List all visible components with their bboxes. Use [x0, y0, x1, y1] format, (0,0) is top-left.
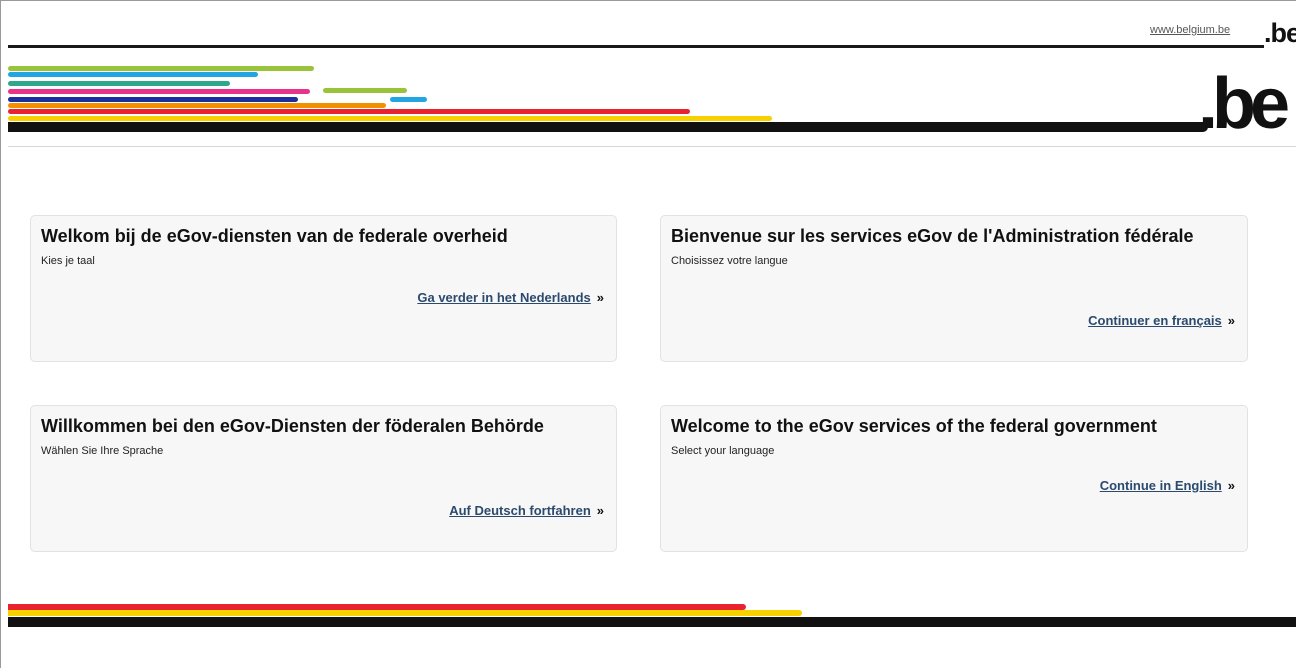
card-continue: Continuer en français » — [1088, 313, 1235, 328]
header-separator — [8, 146, 1296, 147]
chevron-right-icon: » — [1227, 478, 1235, 493]
header-black-line — [8, 122, 1208, 132]
belgium-be-link[interactable]: www.belgium.be — [1150, 24, 1230, 36]
big-be-logo-text: .be — [1198, 64, 1290, 144]
card-french: Bienvenue sur les services eGov de l'Adm… — [660, 215, 1248, 362]
card-subtitle: Select your language — [671, 445, 775, 457]
big-be-logo: .be — [1198, 68, 1290, 140]
small-be-logo[interactable]: .be — [1264, 20, 1296, 47]
stripe-pink — [8, 89, 310, 94]
small-be-logo-text: .be — [1264, 18, 1296, 48]
stripe-lime — [8, 66, 314, 71]
card-dutch: Welkom bij de eGov-diensten van de feder… — [30, 215, 617, 362]
continue-french-link[interactable]: Continuer en français — [1088, 313, 1222, 328]
footer-black-line — [8, 617, 1296, 627]
footer-stripe-yellow — [8, 610, 802, 616]
chevron-right-icon: » — [596, 290, 604, 305]
card-continue: Continue in English » — [1100, 478, 1235, 493]
stripe-teal — [8, 81, 230, 86]
card-title: Welcome to the eGov services of the fede… — [671, 416, 1157, 436]
card-german: Willkommen bei den eGov-Diensten der föd… — [30, 405, 617, 552]
continue-dutch-link[interactable]: Ga verder in het Nederlands — [417, 290, 590, 305]
stripe-red — [8, 109, 690, 114]
card-title: Bienvenue sur les services eGov de l'Adm… — [671, 226, 1194, 246]
card-subtitle: Kies je taal — [41, 255, 95, 267]
card-continue: Ga verder in het Nederlands » — [417, 290, 604, 305]
chevron-right-icon: » — [1227, 313, 1235, 328]
card-english: Welcome to the eGov services of the fede… — [660, 405, 1248, 552]
stripe-orange — [8, 103, 386, 108]
continue-english-link[interactable]: Continue in English — [1100, 478, 1222, 493]
stripe-yellow — [8, 116, 772, 121]
chevron-right-icon: » — [596, 503, 604, 518]
card-continue: Auf Deutsch fortfahren » — [449, 503, 604, 518]
stripe-lime-short — [323, 88, 407, 93]
stripe-cyan-short — [390, 97, 427, 102]
card-title: Willkommen bei den eGov-Diensten der föd… — [41, 416, 544, 436]
footer-stripe-red — [8, 604, 746, 610]
stripe-blue — [8, 97, 298, 102]
stripe-cyan — [8, 72, 258, 77]
card-title: Welkom bij de eGov-diensten van de feder… — [41, 226, 508, 246]
card-subtitle: Wählen Sie Ihre Sprache — [41, 445, 164, 457]
header-top-line — [8, 45, 1264, 48]
card-subtitle: Choisissez votre langue — [671, 255, 788, 267]
continue-german-link[interactable]: Auf Deutsch fortfahren — [449, 503, 591, 518]
